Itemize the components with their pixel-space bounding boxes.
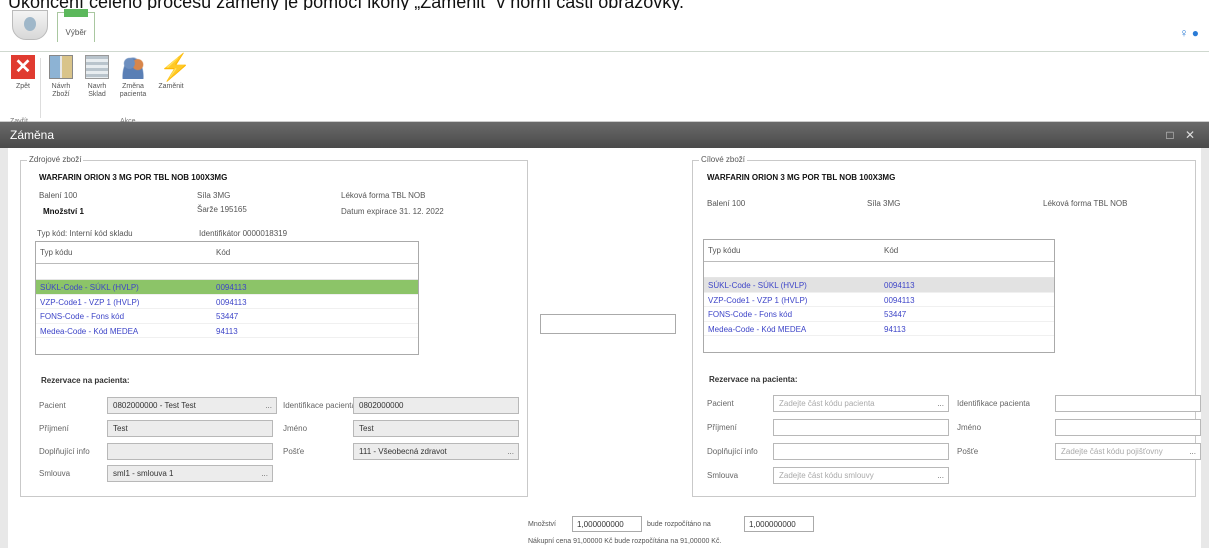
navrh-sklad-button[interactable]: Navrh Sklad xyxy=(80,55,114,115)
price-info: Nákupní cena 91,00000 Kč bude rozpočítán… xyxy=(528,538,722,545)
target-doplnujici-field[interactable] xyxy=(773,443,949,460)
source-product-name: WARFARIN ORION 3 MG POR TBL NOB 100X3MG xyxy=(39,173,228,182)
ellipsis-icon: ... xyxy=(1189,447,1196,456)
source-smlouva-select[interactable]: sml1 - smlouva 1... xyxy=(107,465,273,482)
target-prijmeni-field[interactable] xyxy=(773,419,949,436)
rozpocitano-input[interactable]: 1,000000000 xyxy=(744,516,814,532)
dialog-title: Záměna xyxy=(0,122,1209,148)
table-row[interactable]: SÚKL-Code - SÚKL (HVLP) 0094113 xyxy=(36,280,418,295)
tab-vyber[interactable]: Výběr xyxy=(57,9,95,42)
source-code-grid: Typ kódu Kód SÚKL-Code - SÚKL (HVLP) 009… xyxy=(35,241,419,355)
table-row[interactable]: Medea-Code - Kód MEDEA 94113 xyxy=(704,322,1054,336)
navrh-zbozi-button[interactable]: Návrh Zboží xyxy=(44,55,78,115)
table-row[interactable]: SÚKL-Code - SÚKL (HVLP) 0094113 xyxy=(704,278,1054,293)
target-product-name: WARFARIN ORION 3 MG POR TBL NOB 100X3MG xyxy=(707,173,896,182)
target-ident-field[interactable] xyxy=(1055,395,1201,412)
target-smlouva-select[interactable]: Zadejte část kódu smlouvy... xyxy=(773,467,949,484)
mnozstvi-input[interactable]: 1,000000000 xyxy=(572,516,642,532)
zamenit-button[interactable]: ⚡ Zaměnit xyxy=(154,52,192,115)
center-input[interactable] xyxy=(540,314,676,334)
ellipsis-icon: ... xyxy=(937,471,944,480)
source-prijmeni-field[interactable]: Test xyxy=(107,420,273,437)
help-icon[interactable]: ♀ ● xyxy=(1179,26,1199,40)
back-button[interactable]: ✕ Zpět xyxy=(6,55,40,115)
ribbon: Výběr ♀ ● ✕ Zpět Návrh Zboží Navrh Sklad… xyxy=(0,9,1209,125)
target-code-grid: Typ kódu Kód SÚKL-Code - SÚKL (HVLP) 009… xyxy=(703,239,1055,353)
book-icon xyxy=(49,55,73,79)
table-row[interactable]: FONS-Code - Fons kód 53447 xyxy=(36,309,418,324)
zmena-pacienta-button[interactable]: Změna pacienta xyxy=(116,55,150,115)
target-jmeno-field[interactable] xyxy=(1055,419,1201,436)
source-jmeno-field[interactable]: Test xyxy=(353,420,519,437)
target-group: Cílové zboží WARFARIN ORION 3 MG POR TBL… xyxy=(692,155,1201,497)
ellipsis-icon: ... xyxy=(261,469,268,478)
source-group: Zdrojové zboží WARFARIN ORION 3 MG POR T… xyxy=(20,155,528,497)
table-row[interactable]: VZP-Code1 - VZP 1 (HVLP) 0094113 xyxy=(704,293,1054,307)
shelf-icon xyxy=(85,55,109,79)
app-menu-button[interactable] xyxy=(12,10,48,40)
close-icon: ✕ xyxy=(11,55,35,79)
ellipsis-icon: ... xyxy=(937,399,944,408)
table-row[interactable]: Medea-Code - Kód MEDEA 94113 xyxy=(36,324,418,338)
ellipsis-icon: ... xyxy=(265,401,272,410)
target-pacient-select[interactable]: Zadejte část kódu pacienta... xyxy=(773,395,949,412)
source-ident-field[interactable]: 0802000000 xyxy=(353,397,519,414)
table-row[interactable]: FONS-Code - Fons kód 53447 xyxy=(704,307,1054,322)
target-pojistovna-select[interactable]: Zadejte část kódu pojišťovny... xyxy=(1055,443,1201,460)
source-pacient-select[interactable]: 0802000000 - Test Test... xyxy=(107,397,277,414)
ellipsis-icon: ... xyxy=(507,447,514,456)
lightning-icon: ⚡ xyxy=(159,52,192,82)
people-icon xyxy=(121,55,145,79)
dialog-controls[interactable]: □ ✕ xyxy=(1166,128,1199,142)
source-doplnujici-field[interactable] xyxy=(107,443,273,460)
source-pojistovna-select[interactable]: 111 - Všeobecná zdravot... xyxy=(353,443,519,460)
table-row[interactable]: VZP-Code1 - VZP 1 (HVLP) 0094113 xyxy=(36,295,418,309)
